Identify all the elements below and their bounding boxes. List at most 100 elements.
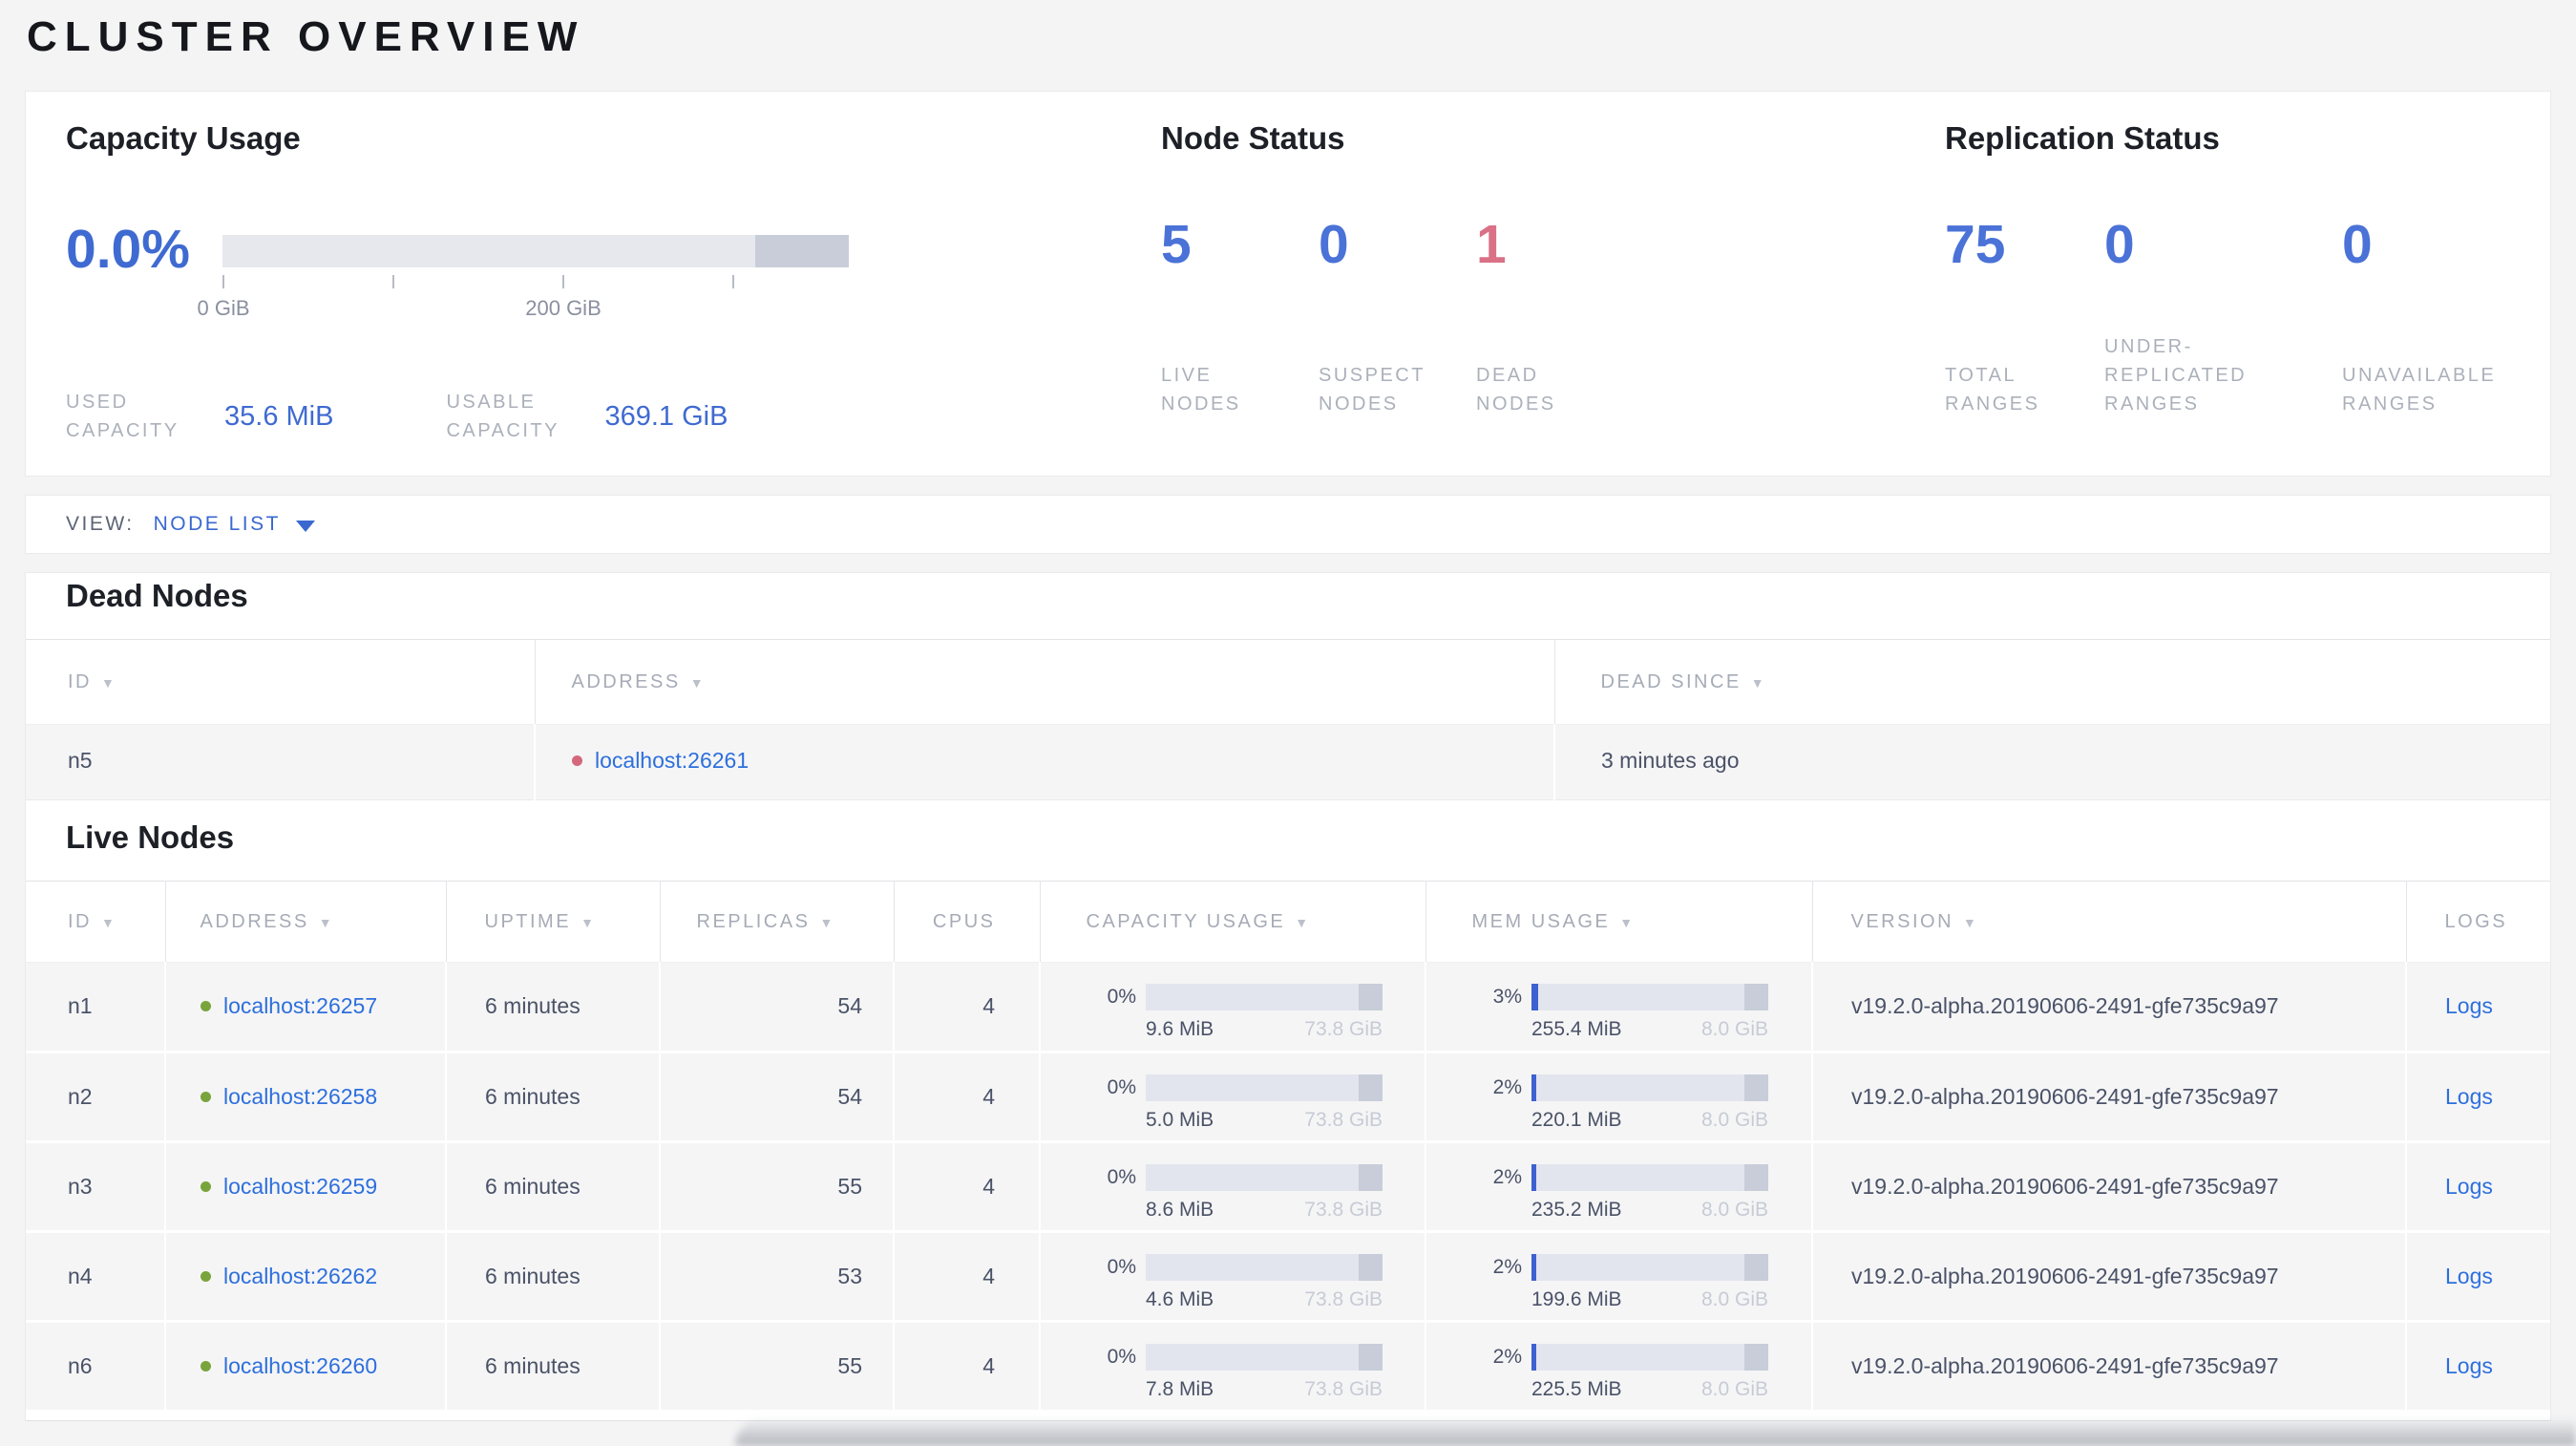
column-header-id[interactable]: ID ▼ [26,881,166,963]
capacity-percent-label: 0% [1107,1256,1136,1278]
node-address-link[interactable]: localhost:26261 [595,748,749,773]
mem-percent-label: 2% [1492,1346,1522,1368]
mem-reserved-segment [1744,1164,1768,1191]
column-header-cpus: CPUS [894,881,1041,963]
capacity-total-value: 73.8 GiB [1304,1378,1383,1400]
mem-percent-label: 2% [1492,1166,1522,1188]
node-live-status-icon [201,1361,211,1372]
column-header-logs: LOGS [2406,882,2550,963]
node-address-cell: localhost:26257 [165,962,447,1053]
live-nodes-title: Live Nodes [66,819,235,855]
mem-usage-bar [1531,984,1768,1010]
node-replicas-cell: 55 [660,1321,895,1412]
node-address-link[interactable]: localhost:26262 [223,1264,377,1288]
logs-link[interactable]: Logs [2445,1174,2493,1199]
capacity-total-value: 73.8 GiB [1304,1109,1383,1131]
node-replicas-cell: 54 [660,1052,895,1142]
node-logs-cell: Logs [2406,963,2550,1053]
capacity-usage-bar [1146,1344,1383,1371]
node-version-cell: v19.2.0-alpha.20190606-2491-gfe735c9a97 [1812,962,2407,1053]
column-header-uptime[interactable]: UPTIME ▼ [446,881,661,963]
column-header-address[interactable]: ADDRESS ▼ [165,881,447,963]
suspect-nodes-count: 0 [1319,214,1349,275]
node-version-cell: v19.2.0-alpha.20190606-2491-gfe735c9a97 [1812,1231,2407,1322]
live-node-row: n3 localhost:26259 6 minutes 55 4 0% 8.6… [26,1141,2550,1232]
dead-nodes-count: 1 [1476,214,1507,275]
logs-link[interactable]: Logs [2445,1353,2493,1378]
logs-link[interactable]: Logs [2445,993,2493,1018]
mem-used-segment [1531,1254,1536,1281]
mem-usage-bar [1531,1164,1768,1191]
column-header-dead-since[interactable]: DEAD SINCE ▼ [1554,640,2550,725]
capacity-usage-bar [1146,1074,1383,1101]
sort-arrow-icon: ▼ [1295,914,1309,930]
capacity-used-value: 5.0 MiB [1146,1109,1214,1131]
dead-nodes-table: ID ▼ ADDRESS ▼ DEAD SINCE ▼ n5 localhost:2626… [26,639,2550,800]
capacity-used-value: 9.6 MiB [1146,1018,1214,1040]
mem-used-segment [1531,984,1539,1010]
live-node-row: n4 localhost:26262 6 minutes 53 4 0% 4.6… [26,1231,2550,1322]
live-node-row: n6 localhost:26260 6 minutes 55 4 0% 7.8… [26,1321,2550,1412]
live-nodes-table: ID ▼ ADDRESS ▼ UPTIME ▼ REPLICAS ▼ CPUS CAPACITY … [26,881,2550,1413]
node-uptime-cell: 6 minutes [446,1321,661,1412]
logs-link[interactable]: Logs [2445,1084,2493,1109]
capacity-used-value: 8.6 MiB [1146,1199,1214,1221]
node-address-cell: localhost:26261 [535,724,1555,800]
mem-reserved-segment [1744,1254,1768,1281]
capacity-usage-section: Capacity Usage 0.0% 0 GiB 200 GiB USED C… [66,120,1078,451]
node-logs-cell: Logs [2406,1142,2550,1232]
usable-capacity-label: USABLE CAPACITY [446,392,560,441]
sort-arrow-icon: ▼ [1619,914,1634,930]
node-replicas-cell: 54 [660,962,895,1053]
node-address-link[interactable]: localhost:26259 [223,1174,377,1199]
column-header-id[interactable]: ID ▼ [26,639,536,725]
node-capacity-usage-cell: 0% 4.6 MiB 73.8 GiB [1040,1231,1426,1322]
dead-nodes-title: Dead Nodes [66,578,248,613]
under-replicated-ranges-label: UNDER-REPLICATED RANGES [2104,336,2248,415]
node-capacity-usage-cell: 0% 7.8 MiB 73.8 GiB [1040,1321,1426,1412]
node-status-section: Node Status 5 LIVE NODES 0 SUSPECT NODES… [1161,120,1925,451]
node-address-link[interactable]: localhost:26257 [223,993,377,1018]
mem-percent-label: 3% [1492,986,1522,1008]
capacity-percent-label: 0% [1107,1166,1136,1188]
logs-link[interactable]: Logs [2445,1264,2493,1288]
capacity-usage-bar [222,235,849,267]
used-capacity-label: USED CAPACITY [66,392,179,441]
mem-used-value: 235.2 MiB [1531,1199,1622,1221]
axis-tick [732,275,734,288]
sort-arrow-icon: ▼ [819,914,834,930]
node-address-link[interactable]: localhost:26260 [223,1353,377,1378]
mem-percent-label: 2% [1492,1256,1522,1278]
column-header-mem[interactable]: MEM USAGE ▼ [1425,881,1813,963]
node-logs-cell: Logs [2406,1232,2550,1322]
node-capacity-usage-cell: 0% 9.6 MiB 73.8 GiB [1040,962,1426,1053]
column-header-capacity[interactable]: CAPACITY USAGE ▼ [1040,881,1426,963]
nodes-tables-container: Dead Nodes ID ▼ ADDRESS ▼ DEAD SINCE ▼ n5 loc… [25,572,2551,1421]
node-dead-status-icon [572,755,582,766]
node-version-cell: v19.2.0-alpha.20190606-2491-gfe735c9a97 [1812,1321,2407,1412]
node-id-cell: n5 [26,724,536,800]
column-header-replicas[interactable]: REPLICAS ▼ [660,881,895,963]
node-address-cell: localhost:26258 [165,1052,447,1142]
chevron-down-icon [295,520,315,532]
view-dropdown[interactable]: NODE LIST [154,513,315,536]
node-mem-usage-cell: 3% 255.4 MiB 8.0 GiB [1425,962,1813,1053]
column-header-label: UPTIME [484,910,572,932]
column-header-label: VERSION [1850,910,1954,932]
node-live-status-icon [201,1271,211,1282]
live-node-row: n1 localhost:26257 6 minutes 54 4 0% 9.6… [26,962,2550,1053]
node-uptime-cell: 6 minutes [446,1231,661,1322]
usable-capacity-value: 369.1 GiB [604,400,728,432]
capacity-usage-bar [1146,984,1383,1010]
node-id-cell: n6 [26,1321,166,1412]
capacity-nonusable-segment [1359,984,1383,1010]
node-live-status-icon [201,1092,211,1102]
axis-tick-label: 0 GiB [197,296,250,320]
column-header-address[interactable]: ADDRESS ▼ [535,639,1555,725]
node-version-cell: v19.2.0-alpha.20190606-2491-gfe735c9a97 [1812,1141,2407,1232]
node-address-link[interactable]: localhost:26258 [223,1084,377,1109]
column-header-version[interactable]: VERSION ▼ [1812,881,2407,963]
live-node-row: n2 localhost:26258 6 minutes 54 4 0% 5.0… [26,1052,2550,1142]
mem-used-value: 225.5 MiB [1531,1378,1622,1400]
sort-arrow-icon: ▼ [318,914,332,930]
